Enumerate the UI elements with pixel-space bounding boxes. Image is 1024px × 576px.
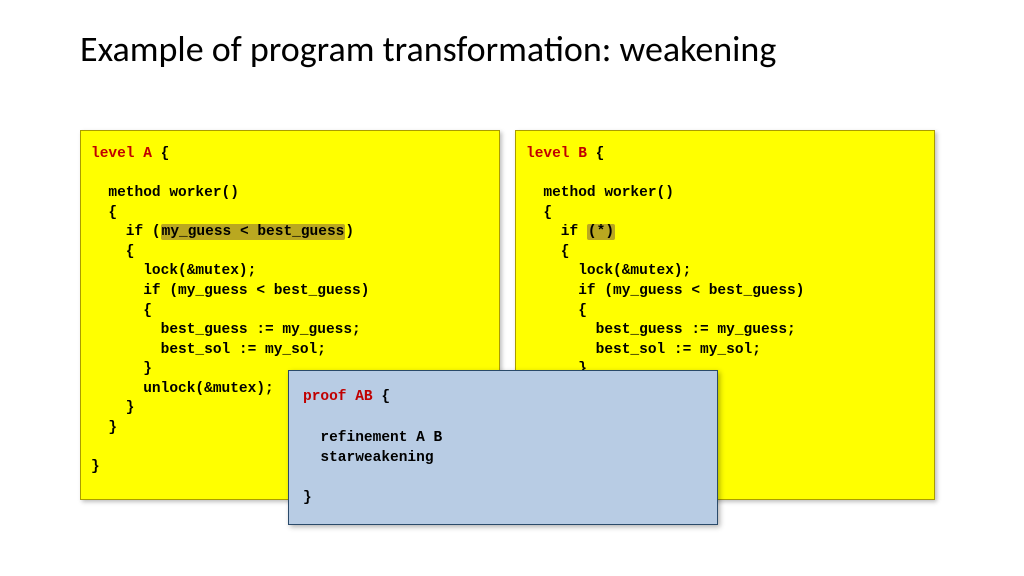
highlight-condition-b: (*) (587, 224, 615, 240)
code-line: unlock(&mutex); (91, 381, 274, 397)
code-line: best_sol := my_sol; (91, 342, 326, 358)
level-a-brace: { (152, 146, 169, 162)
slide-title: Example of program transformation: weake… (80, 28, 776, 71)
code-line: best_sol := my_sol; (526, 342, 761, 358)
proof-panel: proof AB { refinement A B starweakening … (288, 370, 718, 525)
proof-close: } (303, 490, 312, 506)
code-line: if (526, 224, 587, 240)
code-line: } (91, 420, 117, 436)
code-line: if (my_guess < best_guess) (91, 283, 369, 299)
code-line: } (91, 459, 100, 475)
code-line: } (91, 361, 152, 377)
proof-keyword: proof AB (303, 389, 373, 405)
code-line: { (526, 303, 587, 319)
proof-line: starweakening (303, 450, 434, 466)
code-line: ) (345, 224, 354, 240)
level-b-keyword: level B (526, 146, 587, 162)
code-line: { (526, 205, 552, 221)
code-line: method worker() (91, 185, 239, 201)
code-line: { (526, 244, 570, 260)
code-line: method worker() (526, 185, 674, 201)
code-line: { (91, 205, 117, 221)
code-line: if (my_guess < best_guess) (526, 283, 804, 299)
code-line: best_guess := my_guess; (91, 322, 361, 338)
proof-line: refinement A B (303, 430, 442, 446)
code-line: best_guess := my_guess; (526, 322, 796, 338)
proof-brace: { (373, 389, 390, 405)
code-line: { (91, 303, 152, 319)
code-line: lock(&mutex); (526, 263, 691, 279)
highlight-condition-a: my_guess < best_guess (161, 224, 346, 240)
code-line: { (91, 244, 135, 260)
code-line: if ( (91, 224, 161, 240)
level-b-brace: { (587, 146, 604, 162)
code-line: } (91, 400, 135, 416)
code-line: lock(&mutex); (91, 263, 256, 279)
level-a-keyword: level A (91, 146, 152, 162)
